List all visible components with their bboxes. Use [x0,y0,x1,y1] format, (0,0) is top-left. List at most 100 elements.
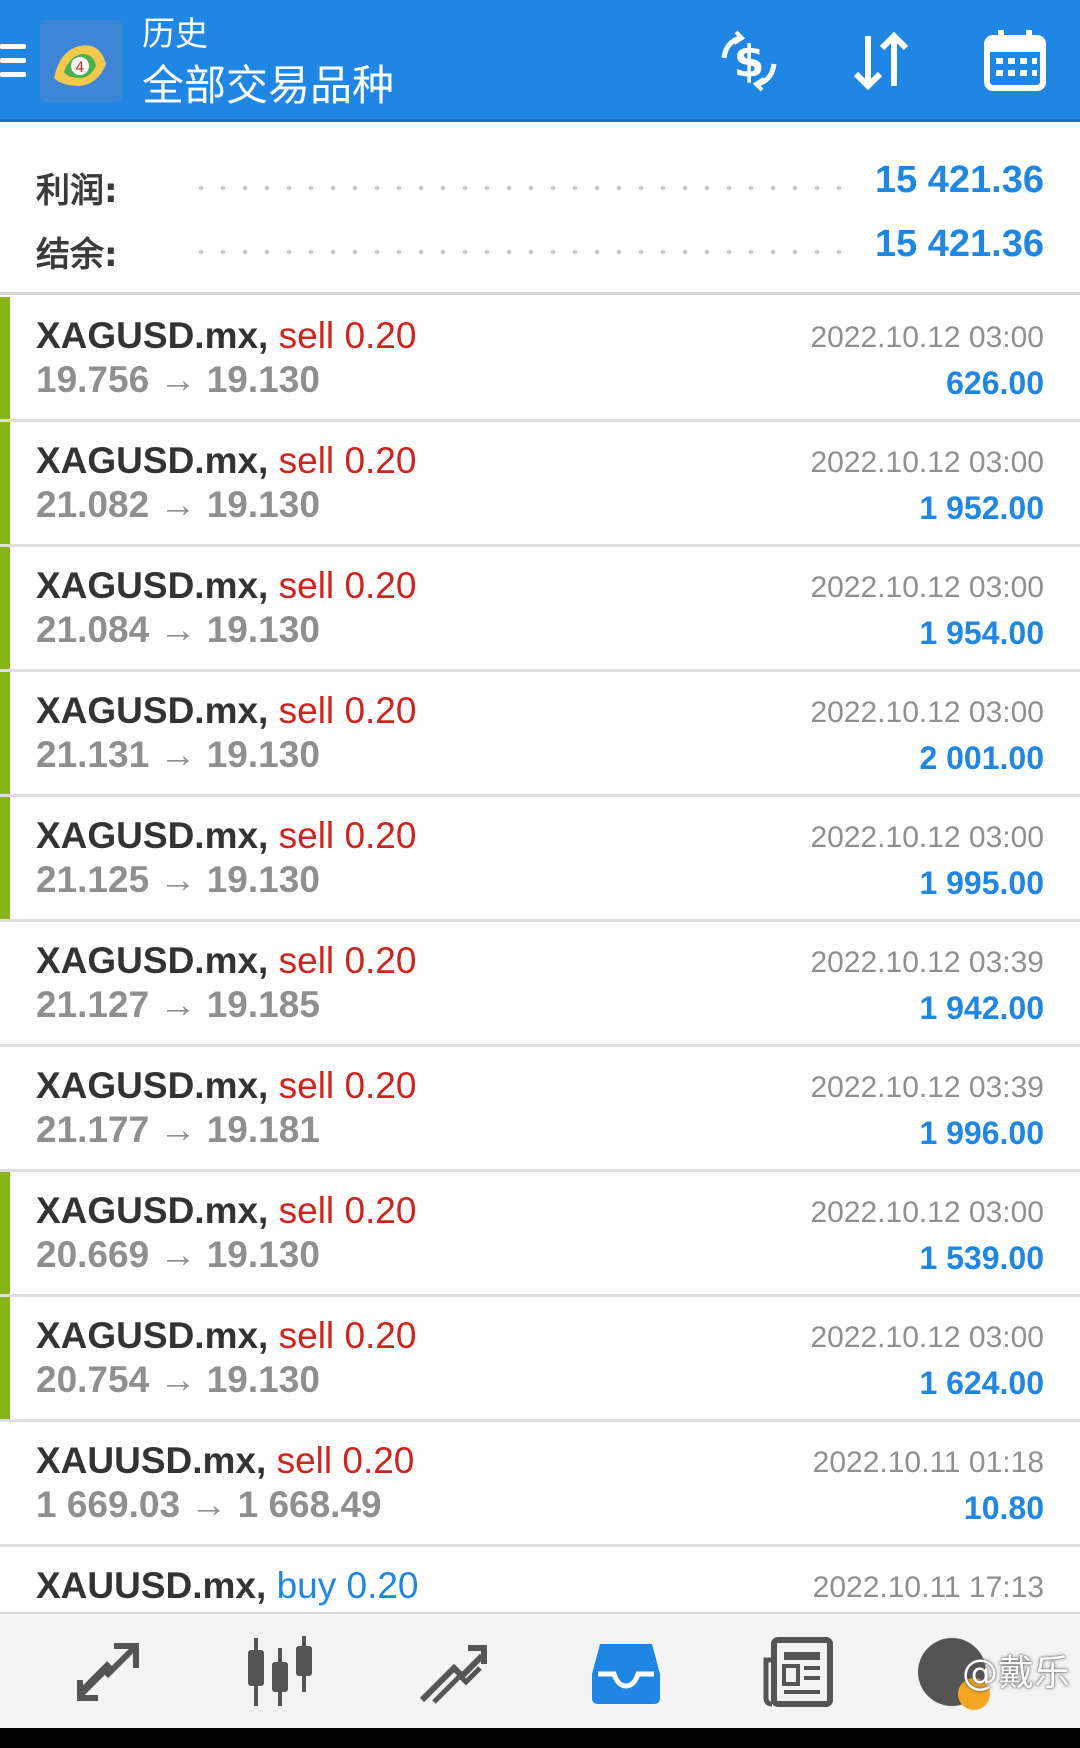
trade-history-list[interactable]: XAGUSD.mx, sell 0.20 19.756 → 19.130 2022.… [0,297,1080,1612]
closed-marker [0,797,10,919]
trade-volume: 0.20 [344,440,417,481]
trade-volume: 0.20 [344,565,417,606]
trade-profit: 1 954.00 [919,615,1044,651]
trade-side: sell 0.20 [279,1315,417,1356]
trade-row[interactable]: XAGUSD.mx, sell 0.20 21.131 → 19.130 2022.… [0,672,1080,797]
sort-icon[interactable] [848,28,914,94]
history-icon[interactable] [588,1634,664,1710]
trade-symbol-line: XAGUSD.mx, sell 0.20 [36,1315,416,1357]
trade-row[interactable]: XAGUSD.mx, sell 0.20 21.125 → 19.130 2022.… [0,797,1080,922]
trade-side: sell 0.20 [277,1440,415,1481]
trade-symbol-line: XAGUSD.mx, sell 0.20 [36,940,416,982]
trade-row[interactable]: XAUUSD.mx, buy 0.20 2022.10.11 17:13 [0,1547,1080,1612]
trade-side-label: sell [278,1065,335,1106]
trade-symbol-line: XAUUSD.mx, buy 0.20 [36,1565,419,1607]
trade-symbol: XAGUSD.mx, [36,1315,269,1356]
trade-prices: 19.756 → 19.130 [36,359,320,400]
trade-row[interactable]: XAGUSD.mx, sell 0.20 21.084 → 19.130 2022.… [0,547,1080,672]
trade-time: 2022.10.12 03:00 [810,571,1044,604]
trade-icon[interactable] [414,1634,490,1710]
trade-symbol-line: XAGUSD.mx, sell 0.20 [36,565,416,607]
trade-volume: 0.20 [344,1065,417,1106]
trade-side-label: sell [278,1315,335,1356]
trade-time: 2022.10.12 03:00 [810,321,1044,354]
app-logo: 4 [40,20,122,102]
trade-side-label: sell [278,1190,335,1231]
svg-text:4: 4 [76,60,85,76]
trade-side: sell 0.20 [279,690,417,731]
trade-side: sell 0.20 [279,940,417,981]
closed-marker [0,1297,10,1419]
trade-row[interactable]: XAGUSD.mx, sell 0.20 20.754 → 19.130 2022.… [0,1297,1080,1422]
trade-prices: 21.131 → 19.130 [36,734,320,775]
trade-profit: 1 539.00 [919,1240,1044,1276]
trade-row[interactable]: XAGUSD.mx, sell 0.20 21.082 → 19.130 2022.… [0,422,1080,547]
trade-symbol-line: XAGUSD.mx, sell 0.20 [36,690,416,732]
trade-time: 2022.10.12 03:00 [810,696,1044,729]
trade-time: 2022.10.12 03:00 [810,1321,1044,1354]
trade-time: 2022.10.12 03:00 [810,446,1044,479]
trade-side-label: sell [278,940,335,981]
trade-time: 2022.10.11 17:13 [812,1571,1044,1604]
trade-prices: 21.084 → 19.130 [36,609,320,650]
trade-symbol-line: XAGUSD.mx, sell 0.20 [36,315,416,357]
trade-volume: 0.20 [346,1565,419,1606]
trade-volume: 0.20 [344,315,417,356]
summary-panel: 利润: 15 421.36 结余: 15 421.36 [0,125,1080,295]
menu-icon[interactable] [0,42,28,82]
trade-time: 2022.10.11 01:18 [812,1446,1044,1479]
trade-time: 2022.10.12 03:00 [810,821,1044,854]
trade-symbol-line: XAGUSD.mx, sell 0.20 [36,440,416,482]
profit-row: 利润: 15 421.36 [0,155,1080,211]
dot-leader [190,249,850,255]
trade-symbol: XAGUSD.mx, [36,315,269,356]
trade-symbol: XAUUSD.mx, [36,1565,267,1606]
page-title: 历史 [142,14,208,53]
symbol-filter[interactable]: 全部交易品种 [142,60,394,112]
closed-marker [0,672,10,794]
system-nav-strip [0,1728,1080,1748]
bottom-navigation: @戴乐 [0,1612,1080,1728]
closed-marker [0,297,10,419]
trade-side: sell 0.20 [279,315,417,356]
trade-side-label: sell [276,1440,333,1481]
trade-time: 2022.10.12 03:00 [810,1196,1044,1229]
trade-prices: 1 669.03 → 1 668.49 [36,1484,382,1525]
trade-side: sell 0.20 [279,440,417,481]
trade-symbol-line: XAGUSD.mx, sell 0.20 [36,1190,416,1232]
trade-row[interactable]: XAGUSD.mx, sell 0.20 21.177 → 19.181 2022.… [0,1047,1080,1172]
trade-prices: 21.125 → 19.130 [36,859,320,900]
calendar-icon[interactable] [982,28,1048,94]
trade-symbol: XAGUSD.mx, [36,815,269,856]
currency-exchange-icon[interactable]: $ [716,28,782,94]
trade-symbol: XAGUSD.mx, [36,440,269,481]
trade-row[interactable]: XAGUSD.mx, sell 0.20 21.127 → 19.185 2022.… [0,922,1080,1047]
trade-side: sell 0.20 [279,1065,417,1106]
trade-symbol: XAGUSD.mx, [36,940,269,981]
trade-profit: 1 995.00 [919,865,1044,901]
news-icon[interactable] [760,1634,836,1710]
trade-row[interactable]: XAUUSD.mx, sell 0.20 1 669.03 → 1 668.49 2… [0,1422,1080,1547]
quotes-icon[interactable] [70,1634,146,1710]
trade-side-label: buy [276,1565,337,1606]
profit-value: 15 421.36 [874,159,1044,201]
trade-side-label: sell [278,690,335,731]
trade-side-label: sell [278,440,335,481]
trade-volume: 0.20 [342,1440,415,1481]
trade-profit: 1 942.00 [919,990,1044,1026]
trade-profit: 1 624.00 [919,1365,1044,1401]
trade-side: sell 0.20 [279,565,417,606]
trade-prices: 21.082 → 19.130 [36,484,320,525]
trade-side-label: sell [278,315,335,356]
trade-profit: 1 952.00 [919,490,1044,526]
trade-profit: 626.00 [946,365,1044,401]
profit-label: 利润: [36,171,118,211]
trade-side-label: sell [278,815,335,856]
chart-icon[interactable] [242,1634,318,1710]
trade-row[interactable]: XAGUSD.mx, sell 0.20 19.756 → 19.130 2022.… [0,297,1080,422]
balance-label: 结余: [36,235,118,275]
trade-profit: 1 996.00 [919,1115,1044,1151]
trade-symbol-line: XAGUSD.mx, sell 0.20 [36,1065,416,1107]
trade-side: sell 0.20 [279,815,417,856]
trade-row[interactable]: XAGUSD.mx, sell 0.20 20.669 → 19.130 2022.… [0,1172,1080,1297]
